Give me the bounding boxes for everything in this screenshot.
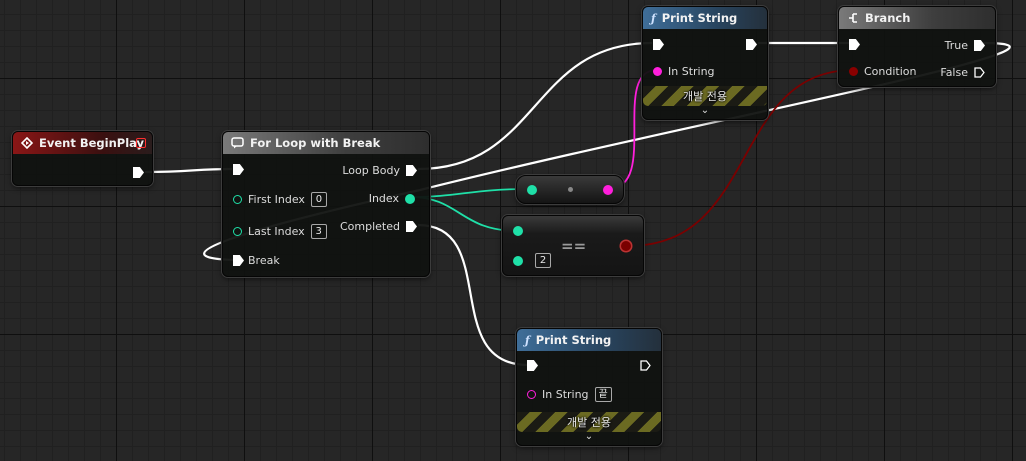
equal-operator: ==	[561, 237, 587, 255]
print-bottom-in-string-pin[interactable]: In String 끝	[527, 387, 612, 402]
index-pin[interactable]: Index	[363, 192, 415, 205]
print-string-top-header[interactable]: ƒ Print String	[643, 7, 767, 29]
index-label: Index	[368, 192, 399, 205]
for-loop-title: For Loop with Break	[250, 136, 381, 150]
branch-true-pin[interactable]: True	[939, 39, 985, 52]
branch-node[interactable]: Branch Condition True False	[838, 6, 996, 87]
development-only-bar: 개발 전용	[517, 412, 661, 432]
last-index-input[interactable]: 3	[310, 224, 327, 239]
first-index-pin[interactable]: First Index 0	[233, 192, 327, 207]
print-top-exec-out[interactable]	[746, 39, 757, 50]
branch-icon	[847, 12, 859, 24]
loop-body-label: Loop Body	[342, 164, 400, 177]
print-string-bottom-header[interactable]: ƒ Print String	[517, 329, 661, 351]
last-index-pin[interactable]: Last Index 3	[233, 224, 327, 239]
conversion-input-pin[interactable]	[527, 185, 537, 195]
event-beginplay-node[interactable]: Event BeginPlay	[12, 131, 153, 186]
for-loop-header[interactable]: For Loop with Break	[223, 132, 429, 154]
diamond-arrow-icon	[21, 137, 33, 149]
event-beginplay-header[interactable]: Event BeginPlay	[13, 132, 152, 154]
function-f-icon: ƒ	[651, 11, 656, 25]
completed-pin[interactable]: Completed	[334, 220, 417, 233]
equal-b-pin[interactable]	[513, 256, 523, 266]
exec-out-pin[interactable]	[133, 167, 144, 178]
branch-false-pin[interactable]: False	[934, 66, 985, 79]
loop-body-pin[interactable]: Loop Body	[336, 164, 417, 177]
dev-only-label: 개발 전용	[683, 90, 727, 103]
break-label: Break	[248, 254, 280, 267]
print-bottom-in-string-input[interactable]: 끝	[594, 387, 612, 402]
development-only-bar: 개발 전용	[643, 86, 767, 106]
equal-output-pin[interactable]	[621, 241, 631, 251]
loop-icon	[231, 137, 244, 149]
print-top-in-string-pin[interactable]: In String	[653, 65, 721, 78]
event-beginplay-title: Event BeginPlay	[39, 136, 145, 150]
branch-condition-label: Condition	[864, 65, 917, 78]
print-string-top-title: Print String	[661, 11, 738, 25]
break-pin[interactable]: Break	[233, 254, 286, 267]
branch-title: Branch	[865, 11, 911, 25]
chevron-down-icon[interactable]: ⌄	[643, 105, 767, 116]
completed-label: Completed	[340, 220, 400, 233]
for-loop-with-break-node[interactable]: For Loop with Break First Index 0 Last I…	[222, 131, 430, 277]
int-to-string-conversion-node[interactable]	[516, 175, 624, 204]
conversion-dot	[568, 187, 573, 192]
delegate-pin-icon[interactable]	[136, 138, 146, 148]
equal-a-pin[interactable]	[513, 226, 523, 236]
equal-b-input[interactable]: 2	[535, 253, 551, 268]
print-bottom-in-string-label: In String	[542, 388, 589, 401]
print-top-in-string-label: In String	[668, 65, 715, 78]
branch-true-label: True	[944, 39, 968, 52]
print-string-bottom-node[interactable]: ƒ Print String In String 끝 개발 전용 ⌄	[516, 328, 662, 446]
print-top-exec-in[interactable]	[653, 39, 664, 50]
exec-in-pin[interactable]	[233, 164, 244, 175]
last-index-label: Last Index	[248, 225, 305, 238]
equal-integer-node[interactable]: 2 ==	[502, 215, 644, 276]
branch-header[interactable]: Branch	[839, 7, 995, 29]
wire-loopbody-to-print	[417, 41, 653, 171]
first-index-input[interactable]: 0	[310, 192, 327, 207]
branch-false-label: False	[940, 66, 968, 79]
first-index-label: First Index	[248, 193, 305, 206]
function-f-icon: ƒ	[525, 333, 530, 347]
print-bottom-exec-out[interactable]	[640, 360, 651, 371]
conversion-output-pin[interactable]	[603, 185, 613, 195]
wire-beginplay-to-forloop	[144, 167, 233, 174]
print-string-bottom-title: Print String	[535, 333, 612, 347]
print-bottom-exec-in[interactable]	[527, 360, 538, 371]
chevron-down-icon[interactable]: ⌄	[517, 431, 661, 442]
dev-only-label: 개발 전용	[567, 416, 611, 429]
branch-condition-pin[interactable]: Condition	[849, 65, 923, 78]
print-string-top-node[interactable]: ƒ Print String In String 개발 전용 ⌄	[642, 6, 768, 120]
branch-exec-in[interactable]	[849, 39, 860, 50]
